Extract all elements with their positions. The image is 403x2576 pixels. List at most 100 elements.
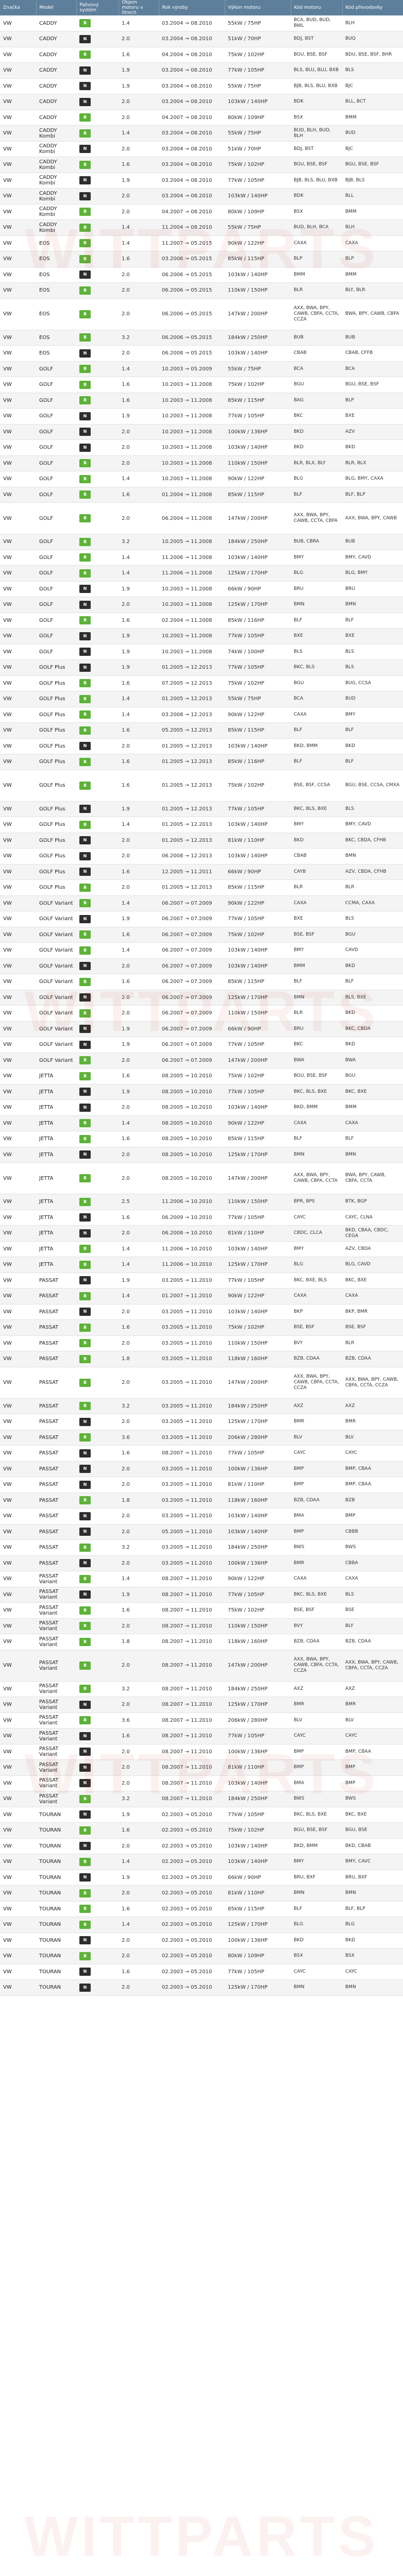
cell-production-year: 10.2003 → 11.2008 [159, 377, 225, 393]
cell-gearbox-code: BMP, CBAA [342, 1477, 403, 1493]
cell-make: VW [0, 1461, 36, 1477]
cell-engine-volume: 2.0 [119, 1162, 159, 1194]
table-row: VW GOLF B 1.6 10.2003 → 11.2008 75kW / 102HP B… [0, 377, 403, 393]
cell-engine-power: 55kW / 75HP [225, 125, 291, 142]
cell-gearbox-code: CCMA, CAXA [342, 895, 403, 911]
cell-gearbox-code: BXE [342, 628, 403, 645]
table-row: VW TOURAN N 2.0 02.2003 → 05.2010 125kW / 170… [0, 1979, 403, 1996]
cell-make: VW [0, 1539, 36, 1556]
cell-model: GOLF Plus [36, 817, 76, 833]
fuel-diesel-icon: N [79, 742, 91, 751]
cell-make: VW [0, 1964, 36, 1980]
cell-make: VW [0, 1037, 36, 1053]
cell-fuel-system: B [76, 1618, 119, 1634]
cell-engine-power: 103kW / 140HP [225, 345, 291, 362]
cell-make: VW [0, 1099, 36, 1116]
table-row: VW TOURAN B 1.6 02.2003 → 05.2010 75kW / 102H… [0, 1822, 403, 1839]
cell-engine-code: BKC, BXE, BLS [291, 1273, 342, 1289]
cell-engine-code: BMM [291, 958, 342, 974]
cell-production-year: 08.2007 → 11.2010 [159, 1728, 225, 1744]
cell-engine-code: BCA [291, 691, 342, 707]
cell-gearbox-code: BGU [342, 1068, 403, 1084]
cell-gearbox-code: BLG [342, 1917, 403, 1933]
cell-engine-code: AXZ [291, 1681, 342, 1697]
cell-engine-volume: 1.6 [119, 157, 159, 173]
cell-make: VW [0, 958, 36, 974]
fuel-petrol-icon: B [79, 1543, 91, 1552]
cell-production-year: 07.2005 → 12.2013 [159, 675, 225, 691]
cell-make: VW [0, 1194, 36, 1210]
fuel-petrol-icon: B [79, 679, 91, 688]
cell-fuel-system: N [76, 1979, 119, 1996]
cell-engine-volume: 1.6 [119, 47, 159, 63]
cell-fuel-system: N [76, 173, 119, 189]
cell-fuel-system: N [76, 1084, 119, 1100]
cell-production-year: 03.2005 → 11.2010 [159, 1461, 225, 1477]
table-row: VW GOLF Plus N 1.9 01.2005 → 12.2013 77kW / 1… [0, 801, 403, 817]
cell-engine-code: BMP [291, 1461, 342, 1477]
cell-make: VW [0, 1650, 36, 1682]
cell-fuel-system: N [76, 597, 119, 613]
cell-engine-volume: 1.4 [119, 1917, 159, 1933]
cell-engine-code: BAG [291, 393, 342, 409]
fuel-diesel-icon: N [79, 145, 91, 154]
cell-engine-power: 55kW / 75HP [225, 219, 291, 236]
table-row: VW JETTA B 1.4 11.2006 → 10.2010 103kW / 140H… [0, 1241, 403, 1257]
cell-model: PASSAT Variant [36, 1728, 76, 1744]
cell-engine-volume: 1.6 [119, 1901, 159, 1917]
cell-engine-power: 118kW / 160HP [225, 1351, 291, 1367]
cell-engine-volume: 1.9 [119, 581, 159, 597]
cell-gearbox-code: BLY, BLR [342, 282, 403, 299]
fuel-petrol-icon: B [79, 946, 91, 955]
cell-model: GOLF Variant [36, 1021, 76, 1037]
cell-engine-power: 77kW / 105HP [225, 1210, 291, 1226]
cell-model: PASSAT [36, 1555, 76, 1571]
cell-fuel-system: B [76, 1901, 119, 1917]
cell-make: VW [0, 927, 36, 943]
cell-make: VW [0, 1288, 36, 1304]
cell-model: PASSAT [36, 1398, 76, 1414]
cell-engine-volume: 1.6 [119, 864, 159, 880]
cell-model: JETTA [36, 1194, 76, 1210]
cell-engine-power: 103kW / 140HP [225, 958, 291, 974]
fuel-diesel-icon: N [79, 1873, 91, 1882]
cell-model: PASSAT Variant [36, 1759, 76, 1776]
cell-model: PASSAT [36, 1335, 76, 1351]
cell-fuel-system: B [76, 1791, 119, 1807]
cell-engine-power: 100kW / 136HP [225, 1555, 291, 1571]
cell-fuel-system: N [76, 1273, 119, 1289]
cell-engine-volume: 1.4 [119, 691, 159, 707]
cell-model: CADDY [36, 47, 76, 63]
cell-engine-code: BLF [291, 974, 342, 990]
cell-make: VW [0, 157, 36, 173]
cell-engine-power: 147kW / 200HP [225, 1650, 291, 1682]
cell-production-year: 02.2003 → 05.2010 [159, 1854, 225, 1870]
table-row: VW GOLF Variant N 1.9 06.2007 → 07.2009 66kW … [0, 1021, 403, 1037]
table-row: VW GOLF Plus N 1.9 01.2005 → 12.2013 77kW / 1… [0, 659, 403, 676]
cell-engine-power: 103kW / 140HP [225, 1524, 291, 1540]
cell-model: TOURAN [36, 1933, 76, 1948]
fuel-petrol-icon: B [79, 1174, 91, 1182]
cell-make: VW [0, 408, 36, 425]
cell-fuel-system: N [76, 911, 119, 927]
fuel-diesel-icon: N [79, 993, 91, 1002]
cell-gearbox-code: BUG, CCSA [342, 675, 403, 691]
cell-engine-power: 206kW / 280HP [225, 1430, 291, 1446]
table-row: VW GOLF Variant B 1.6 06.2007 → 07.2009 85kW … [0, 974, 403, 990]
cell-engine-volume: 1.9 [119, 911, 159, 927]
cell-make: VW [0, 125, 36, 142]
cell-fuel-system: B [76, 1367, 119, 1399]
cell-make: VW [0, 1241, 36, 1257]
cell-gearbox-code: BSE, BSF [342, 1319, 403, 1336]
cell-gearbox-code: BMY [342, 707, 403, 723]
table-row: VW JETTA N 1.9 08.2005 → 10.2010 77kW / 105HP… [0, 1084, 403, 1100]
cell-engine-power: 184kW / 250HP [225, 1539, 291, 1556]
cell-engine-code: BGU [291, 377, 342, 393]
cell-production-year: 08.2005 → 10.2010 [159, 1162, 225, 1194]
cell-gearbox-code: BKC, CBDA [342, 1021, 403, 1037]
cell-engine-volume: 3.2 [119, 1398, 159, 1414]
table-row: VW TOURAN N 1.6 02.2003 → 05.2010 77kW / 105H… [0, 1964, 403, 1980]
cell-production-year: 03.2004 → 08.2010 [159, 94, 225, 110]
fuel-petrol-icon: B [79, 710, 91, 719]
cell-production-year: 08.2007 → 11.2010 [159, 1744, 225, 1760]
